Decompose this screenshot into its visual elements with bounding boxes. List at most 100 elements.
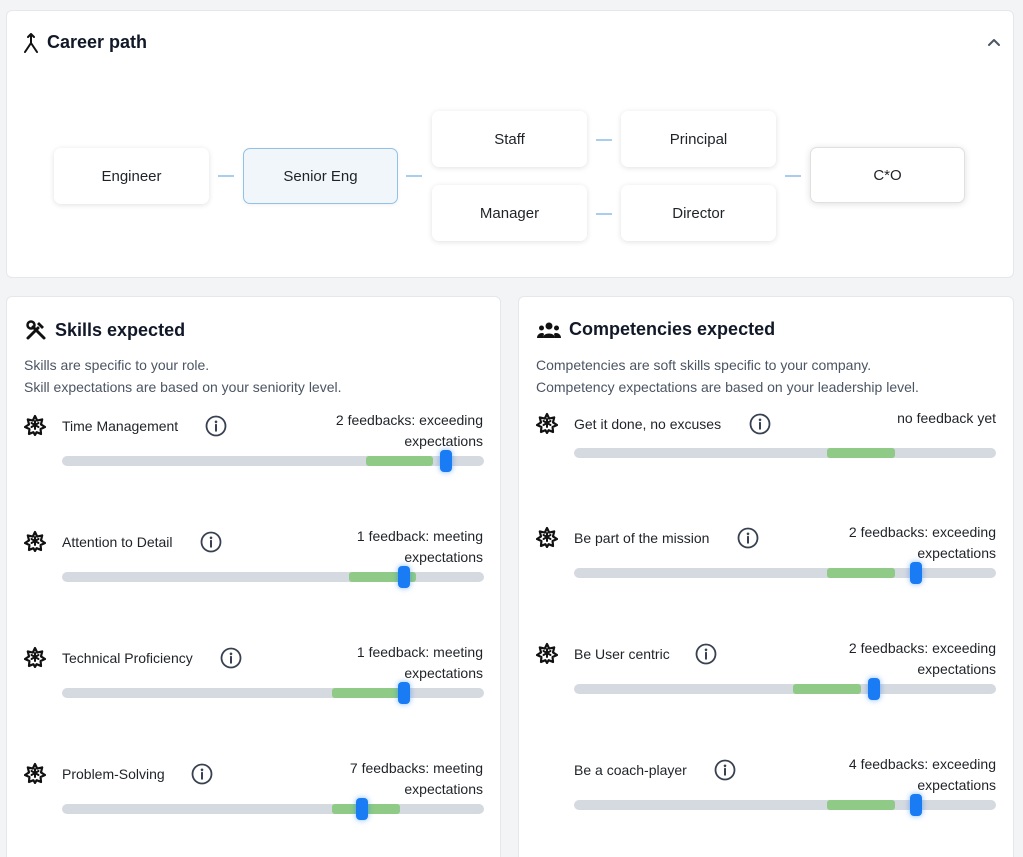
level-track bbox=[574, 678, 996, 700]
feedback-text: 7 feedbacks: meeting bbox=[349, 760, 483, 776]
level-track bbox=[62, 682, 484, 704]
competencies-row: Be User centric 2 feedbacks: exceeding exp… bbox=[519, 640, 1013, 742]
competencies-expected-card: Competencies expected Competencies are s… bbox=[518, 296, 1014, 857]
skill-badge-icon bbox=[535, 412, 559, 435]
level-track bbox=[574, 448, 996, 458]
skills-title: Skills expected bbox=[55, 319, 186, 340]
career-node-cxo[interactable]: C*O bbox=[810, 147, 965, 203]
feedback-text: 2 feedbacks: exceeding bbox=[335, 412, 483, 428]
info-icon[interactable] bbox=[737, 527, 759, 549]
expected-range bbox=[827, 800, 895, 810]
level-track bbox=[574, 794, 996, 816]
current-level-marker[interactable] bbox=[909, 794, 922, 816]
competencies-desc-line: Competencies are soft skills specific to… bbox=[536, 357, 872, 373]
competencies-name: Be User centric bbox=[574, 646, 670, 662]
skills-expected-card: Skills expected Skills are specific to y… bbox=[6, 296, 501, 857]
career-node-manager[interactable]: Manager bbox=[432, 185, 587, 241]
info-icon[interactable] bbox=[191, 763, 213, 785]
skills-header: Skills expected bbox=[25, 319, 185, 341]
competencies-row: Be part of the mission 2 feedbacks: excee… bbox=[519, 524, 1013, 626]
career-path-title: Career path bbox=[47, 32, 148, 52]
feedback-text: expectations bbox=[917, 545, 996, 561]
feedback-text: no feedback yet bbox=[897, 410, 996, 426]
feedback-text: 4 feedbacks: exceeding bbox=[848, 756, 996, 772]
feedback-text: 1 feedback: meeting bbox=[356, 644, 483, 660]
expected-range bbox=[365, 456, 434, 466]
career-node-label: C*O bbox=[873, 166, 902, 184]
skills-desc-line: Skill expectations are based on your sen… bbox=[24, 379, 342, 395]
competencies-description: Competencies are soft skills specific to… bbox=[536, 354, 919, 398]
feedback-summary[interactable]: 1 feedback: meeting expectations bbox=[293, 642, 483, 684]
skills-description: Skills are specific to your role. Skill … bbox=[24, 354, 342, 398]
career-fork-icon bbox=[23, 32, 39, 53]
feedback-summary[interactable]: 2 feedbacks: exceeding expectations bbox=[806, 522, 996, 564]
expected-range bbox=[827, 568, 895, 578]
info-icon[interactable] bbox=[714, 759, 736, 781]
level-track bbox=[62, 798, 484, 820]
feedback-text: 1 feedback: meeting bbox=[356, 528, 483, 544]
career-node-label: Manager bbox=[479, 204, 540, 222]
path-connector bbox=[596, 139, 612, 141]
competencies-row: Be a coach-player 4 feedbacks: exceeding e… bbox=[519, 756, 1013, 857]
info-icon[interactable] bbox=[749, 413, 771, 435]
feedback-text: expectations bbox=[404, 781, 483, 797]
expected-range bbox=[793, 684, 861, 694]
info-icon[interactable] bbox=[205, 415, 227, 437]
competencies-title: Competencies expected bbox=[569, 319, 776, 339]
feedback-summary[interactable]: 2 feedbacks: exceeding expectations bbox=[293, 410, 483, 452]
level-track bbox=[62, 566, 484, 588]
skill-badge-icon bbox=[535, 526, 559, 549]
skill-badge-icon bbox=[23, 530, 47, 553]
feedback-summary[interactable]: 2 feedbacks: exceeding expectations bbox=[806, 638, 996, 680]
career-node-senior-eng[interactable]: Senior Eng bbox=[243, 148, 398, 204]
feedback-summary[interactable]: no feedback yet bbox=[806, 408, 996, 429]
info-icon[interactable] bbox=[220, 647, 242, 669]
career-path-header: Career path bbox=[23, 32, 147, 53]
competencies-header: Competencies expected bbox=[537, 319, 775, 340]
tools-icon bbox=[25, 319, 47, 341]
skills-name: Problem-Solving bbox=[62, 766, 165, 782]
competencies-desc-line: Competency expectations are based on you… bbox=[536, 379, 919, 395]
skills-row: Time Management 2 feedbacks: exceeding exp… bbox=[7, 412, 500, 514]
info-icon[interactable] bbox=[200, 531, 222, 553]
current-level-marker[interactable] bbox=[867, 678, 880, 700]
career-node-engineer[interactable]: Engineer bbox=[54, 148, 209, 204]
people-group-icon bbox=[537, 321, 561, 339]
feedback-text: 2 feedbacks: exceeding bbox=[848, 524, 996, 540]
competencies-name: Be part of the mission bbox=[574, 530, 710, 546]
level-track bbox=[62, 450, 484, 472]
skills-row: Technical Proficiency 1 feedback: meeting… bbox=[7, 644, 500, 746]
career-node-label: Principal bbox=[669, 130, 728, 148]
feedback-summary[interactable]: 1 feedback: meeting expectations bbox=[293, 526, 483, 568]
current-level-marker[interactable] bbox=[397, 566, 410, 588]
competencies-row: Get it done, no excuses no feedback yet bbox=[519, 410, 1013, 512]
skills-name: Technical Proficiency bbox=[62, 650, 193, 666]
feedback-text: expectations bbox=[917, 661, 996, 677]
competencies-name: Be a coach-player bbox=[574, 762, 687, 778]
path-connector bbox=[596, 213, 612, 215]
skills-row: Attention to Detail 1 feedback: meeting ex… bbox=[7, 528, 500, 630]
current-level-marker[interactable] bbox=[440, 450, 453, 472]
current-level-marker[interactable] bbox=[355, 798, 368, 820]
career-node-principal[interactable]: Principal bbox=[621, 111, 776, 167]
info-icon[interactable] bbox=[695, 643, 717, 665]
current-level-marker[interactable] bbox=[397, 682, 410, 704]
skill-badge-icon bbox=[23, 762, 47, 785]
career-node-label: Director bbox=[672, 204, 725, 222]
career-node-label: Staff bbox=[494, 130, 525, 148]
current-level-marker[interactable] bbox=[909, 562, 922, 584]
chevron-up-icon[interactable] bbox=[985, 33, 1003, 51]
path-connector bbox=[406, 175, 422, 177]
feedback-summary[interactable]: 4 feedbacks: exceeding expectations bbox=[806, 754, 996, 796]
career-node-staff[interactable]: Staff bbox=[432, 111, 587, 167]
career-path-card: Career path Engineer Senior Eng Staff Ma… bbox=[6, 10, 1014, 278]
feedback-text: expectations bbox=[404, 665, 483, 681]
path-connector bbox=[218, 175, 234, 177]
career-node-director[interactable]: Director bbox=[621, 185, 776, 241]
feedback-text: expectations bbox=[404, 433, 483, 449]
level-track bbox=[574, 562, 996, 584]
competencies-name: Get it done, no excuses bbox=[574, 416, 722, 432]
career-node-label: Engineer bbox=[101, 167, 162, 185]
feedback-summary[interactable]: 7 feedbacks: meeting expectations bbox=[293, 758, 483, 800]
skill-badge-icon bbox=[23, 646, 47, 669]
